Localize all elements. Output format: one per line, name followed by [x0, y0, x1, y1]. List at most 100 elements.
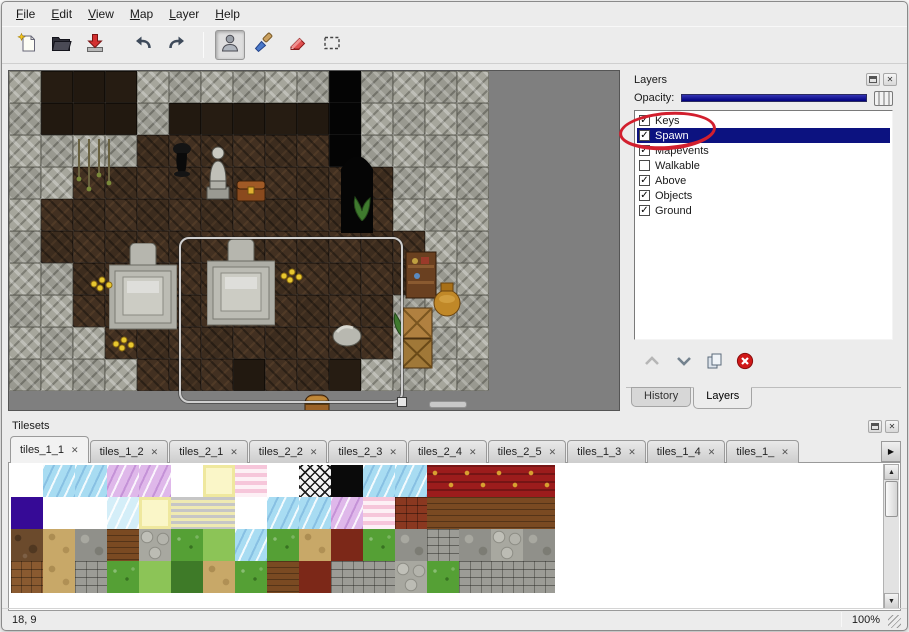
map-tile[interactable]	[425, 199, 457, 231]
map-tile[interactable]	[201, 199, 233, 231]
map-canvas-area[interactable]	[8, 70, 620, 411]
tileset-tile[interactable]	[523, 529, 555, 561]
map-tile[interactable]	[265, 199, 297, 231]
selection-resize-handle[interactable]	[397, 397, 407, 407]
layer-checkbox[interactable]: ✓	[639, 190, 650, 201]
map-tile[interactable]	[73, 327, 105, 359]
tileset-tab-tiles_1_[interactable]: tiles_1_✕	[726, 440, 798, 463]
toolbar-save-button[interactable]	[80, 30, 110, 60]
tileset-tile[interactable]	[139, 497, 171, 529]
tileset-tile[interactable]	[203, 529, 235, 561]
map-tile[interactable]	[297, 135, 329, 167]
tileset-tile[interactable]	[363, 561, 395, 593]
tileset-tile[interactable]	[363, 465, 395, 497]
close-panel-button[interactable]: ✕	[883, 73, 897, 86]
menu-item-layer[interactable]: Layer	[161, 4, 207, 24]
tileset-tile[interactable]	[139, 561, 171, 593]
close-tab-icon[interactable]: ✕	[628, 448, 636, 457]
opacity-slider[interactable]	[681, 94, 867, 102]
menu-item-file[interactable]: File	[8, 4, 43, 24]
toolbar-eraser-button[interactable]	[283, 30, 313, 60]
canvas-scrollbar[interactable]	[429, 401, 467, 408]
map-tile[interactable]	[297, 71, 329, 103]
map-tile[interactable]	[233, 135, 265, 167]
layer-row-spawn[interactable]: ✓Spawn	[637, 128, 890, 143]
tileset-tile[interactable]	[299, 529, 331, 561]
tileset-tile[interactable]	[107, 497, 139, 529]
tileset-tile[interactable]	[171, 561, 203, 593]
map-tile[interactable]	[73, 231, 105, 263]
layer-row-ground[interactable]: ✓Ground	[637, 203, 890, 218]
map-tile[interactable]	[457, 359, 489, 391]
tileset-tile[interactable]	[523, 497, 555, 529]
toolbar-open-folder-button[interactable]	[46, 30, 76, 60]
tileset-tile[interactable]	[427, 529, 459, 561]
tileset-tile[interactable]	[235, 497, 267, 529]
map-tile[interactable]	[201, 71, 233, 103]
map-tile[interactable]	[105, 359, 137, 391]
tileset-tile[interactable]	[491, 497, 523, 529]
map-tile[interactable]	[9, 71, 41, 103]
tileset-tile[interactable]	[363, 529, 395, 561]
close-tab-icon[interactable]: ✕	[71, 446, 79, 455]
close-tab-icon[interactable]: ✕	[310, 448, 318, 457]
tileset-tab-tiles_2_4[interactable]: tiles_2_4✕	[408, 440, 487, 463]
map-tile[interactable]	[41, 135, 73, 167]
map-tile[interactable]	[41, 359, 73, 391]
map-tile[interactable]	[137, 199, 169, 231]
toolbar-select-button[interactable]	[317, 30, 347, 60]
map-tile[interactable]	[425, 103, 457, 135]
map-tile[interactable]	[41, 103, 73, 135]
map-tile[interactable]	[9, 103, 41, 135]
map-tile[interactable]	[41, 327, 73, 359]
map-tile[interactable]	[41, 295, 73, 327]
map-tile[interactable]	[265, 135, 297, 167]
tileset-tile[interactable]	[43, 561, 75, 593]
map-tile[interactable]	[9, 167, 41, 199]
tileset-tile[interactable]	[491, 465, 523, 497]
map-tile[interactable]	[393, 199, 425, 231]
tileset-tile[interactable]	[267, 497, 299, 529]
tileset-tab-tiles_1_4[interactable]: tiles_1_4✕	[647, 440, 726, 463]
map-tile[interactable]	[73, 359, 105, 391]
tileset-tile[interactable]	[427, 465, 459, 497]
toolbar-redo-button[interactable]	[162, 30, 192, 60]
layer-duplicate-button[interactable]	[706, 352, 724, 373]
tileset-tile[interactable]	[75, 529, 107, 561]
close-panel-button[interactable]: ✕	[885, 420, 899, 433]
layer-move-up-button[interactable]	[642, 354, 662, 371]
layer-checkbox[interactable]	[639, 160, 650, 171]
tileset-tab-tiles_2_5[interactable]: tiles_2_5✕	[488, 440, 567, 463]
map-tile[interactable]	[265, 103, 297, 135]
tileset-tile[interactable]	[107, 529, 139, 561]
close-tab-icon[interactable]: ✕	[708, 448, 716, 457]
tileset-tile[interactable]	[331, 561, 363, 593]
map-tile[interactable]	[425, 167, 457, 199]
tileset-tab-tiles_2_1[interactable]: tiles_2_1✕	[169, 440, 248, 463]
tileset-tile[interactable]	[491, 561, 523, 593]
tileset-tab-tiles_2_2[interactable]: tiles_2_2✕	[249, 440, 328, 463]
map-tile[interactable]	[393, 103, 425, 135]
layer-checkbox[interactable]: ✓	[639, 205, 650, 216]
tileset-tile[interactable]	[331, 529, 363, 561]
tileset-tile[interactable]	[43, 465, 75, 497]
layer-row-above[interactable]: ✓Above	[637, 173, 890, 188]
map-tile[interactable]	[105, 103, 137, 135]
layer-checkbox[interactable]: ✓	[639, 115, 650, 126]
map-tile[interactable]	[169, 71, 201, 103]
tileset-tile[interactable]	[43, 529, 75, 561]
map-tile[interactable]	[361, 103, 393, 135]
selection-rectangle[interactable]	[179, 237, 403, 403]
map-tile[interactable]	[73, 103, 105, 135]
map-tile[interactable]	[201, 103, 233, 135]
tileset-tile[interactable]	[491, 529, 523, 561]
map-tile[interactable]	[137, 167, 169, 199]
tileset-tile[interactable]	[75, 561, 107, 593]
tileset-tile[interactable]	[395, 465, 427, 497]
tileset-tile[interactable]	[75, 497, 107, 529]
tileset-tile[interactable]	[171, 497, 203, 529]
tileset-tile[interactable]	[395, 561, 427, 593]
tileset-tile[interactable]	[267, 465, 299, 497]
dock-tab-layers[interactable]: Layers	[693, 387, 752, 409]
layer-row-objects[interactable]: ✓Objects	[637, 188, 890, 203]
